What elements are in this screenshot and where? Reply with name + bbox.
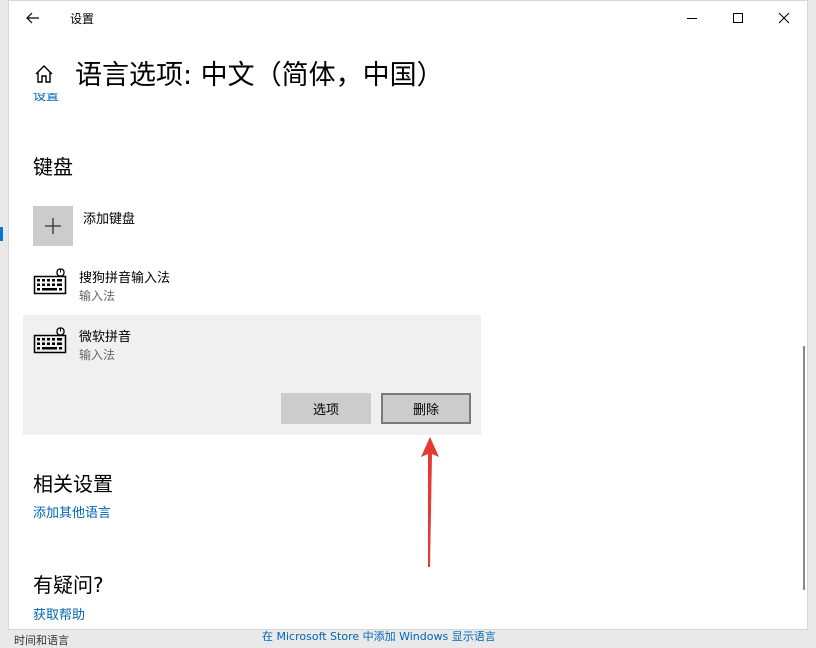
scrollbar-thumb[interactable] [803,346,805,590]
minimize-icon [687,18,697,19]
keyboard-item-microsoft-pinyin[interactable]: 微软拼音 输入法 选项 删除 [23,315,481,435]
home-icon [35,65,53,83]
page-title: 语言选项: 中文（简体，中国） [75,60,444,91]
add-other-language-link[interactable]: 添加其他语言 [33,502,111,521]
keyboard-item-name: 微软拼音 [79,330,132,345]
add-keyboard-button[interactable]: 添加键盘 [33,206,333,246]
keyboard-icon [33,327,67,354]
window-title: 设置 [70,12,95,26]
keyboard-icon [33,268,67,295]
arrow-left-icon [26,12,39,24]
delete-button[interactable]: 删除 [381,393,471,424]
minimize-button[interactable] [669,1,715,35]
get-help-link[interactable]: 获取帮助 [33,604,85,623]
add-keyboard-box [33,206,73,246]
keyboard-item-subtitle: 输入法 [79,348,116,362]
close-button[interactable] [761,1,807,35]
close-icon [778,12,790,24]
home-button[interactable] [33,63,55,85]
background-store-link: 在 Microsoft Store 中添加 Windows 显示语言 [262,630,496,643]
faq-heading: 有疑问? [33,573,104,597]
back-button[interactable] [19,7,47,29]
keyboard-item-name: 搜狗拼音输入法 [79,271,171,286]
maximize-icon [733,13,743,23]
title-bar: 设置 [9,1,807,35]
maximize-button[interactable] [715,1,761,35]
add-keyboard-label: 添加键盘 [83,212,136,227]
options-button[interactable]: 选项 [281,393,371,424]
breadcrumb-link[interactable]: 设置 [33,93,59,107]
related-settings-heading: 相关设置 [33,472,113,496]
background-left-text: 时间和语言 [14,634,69,647]
settings-window: 设置 语言选项: 中文（简体，中国） 设置 键盘 添加键盘 搜狗拼音输入法 输入… [8,0,808,630]
keyboard-item-subtitle: 输入法 [79,289,116,303]
keyboard-heading: 键盘 [33,155,73,179]
plus-icon [45,218,61,234]
background-accent-mark [0,227,3,241]
annotation-arrow-icon [421,437,439,567]
keyboard-item-sogou[interactable]: 搜狗拼音输入法 输入法 [23,256,481,314]
